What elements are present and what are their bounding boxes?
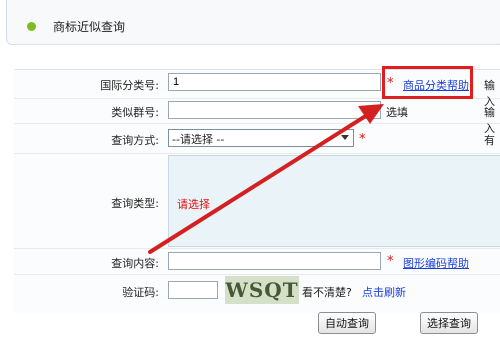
captcha-unclear-text: 看不清楚?: [302, 286, 352, 299]
required-star: *: [387, 254, 394, 269]
chevron-down-icon: [341, 135, 349, 140]
query-method-label: 查询方式:: [111, 134, 159, 147]
bullet-dot-icon: [27, 22, 36, 31]
group-optional-text: 选填: [386, 106, 408, 119]
query-method-select[interactable]: --请选择 --: [168, 129, 354, 147]
query-method-selected: --请选择 --: [172, 133, 225, 146]
graphic-code-help-link[interactable]: 图形编码帮助: [403, 255, 469, 271]
select-query-button[interactable]: 选择查询: [420, 312, 478, 334]
query-type-prompt: 请选择: [177, 198, 210, 211]
query-content-label: 查询内容:: [111, 257, 159, 270]
query-form: 国际分类号: * 商品分类帮助 输入 类似群号: 选填 输入 查询方式: --请…: [14, 69, 500, 313]
query-type-box[interactable]: 请选择: [168, 155, 500, 247]
highlight-box: [382, 66, 473, 99]
captcha-refresh-link[interactable]: 点击刷新: [362, 284, 406, 300]
captcha-input[interactable]: [168, 281, 218, 299]
group-number-label: 类似群号:: [111, 106, 159, 119]
query-content-input[interactable]: [168, 252, 381, 270]
method-hint-text: 有: [484, 134, 495, 147]
row-query-content: 查询内容: * 图形编码帮助: [14, 248, 500, 275]
class-number-input[interactable]: [168, 73, 381, 91]
class-number-label: 国际分类号:: [100, 79, 159, 92]
row-captcha: 验证码: WSQT 看不清楚? 点击刷新: [14, 274, 500, 308]
captcha-text: WSQT: [225, 278, 299, 302]
captcha-image: WSQT: [225, 276, 299, 304]
required-star: *: [359, 132, 366, 147]
header-panel: 商标近似查询: [6, 0, 500, 45]
query-type-label: 查询类型:: [111, 197, 159, 210]
group-number-input[interactable]: [168, 101, 381, 119]
page-title: 商标近似查询: [53, 20, 126, 34]
row-query-method: 查询方式: --请选择 -- * 有: [14, 123, 500, 154]
row-group-number: 类似群号: 选填 输入: [14, 98, 500, 135]
row-query-type: 查询类型: 请选择: [14, 153, 500, 249]
captcha-label: 验证码:: [122, 286, 159, 299]
auto-query-button[interactable]: 自动查询: [318, 312, 376, 334]
